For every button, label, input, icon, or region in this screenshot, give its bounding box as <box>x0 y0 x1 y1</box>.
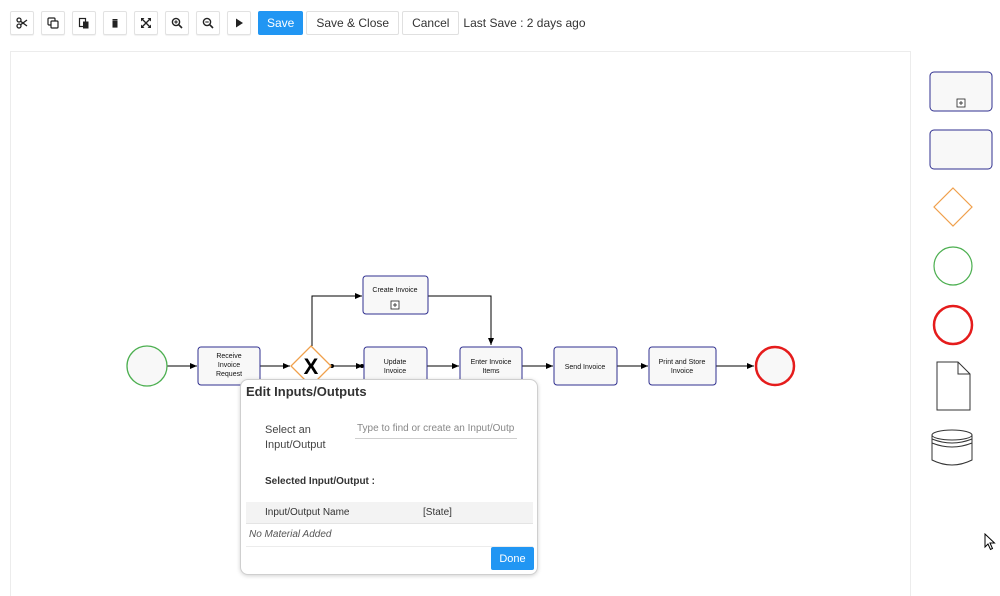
task-label-line: Items <box>482 368 500 375</box>
task-print-store-invoice[interactable]: Print and Store Invoice <box>648 346 717 386</box>
column-header-state: [State] <box>423 507 452 518</box>
task-send-invoice[interactable]: Send Invoice <box>553 346 618 386</box>
task-label-line: Update <box>384 359 407 366</box>
flow-gateway-create[interactable] <box>311 293 362 346</box>
shape-palette <box>929 71 993 466</box>
task-label-line: Invoice <box>218 362 240 369</box>
input-output-search-input[interactable] <box>355 418 517 439</box>
selected-input-output-label: Selected Input/Output : <box>265 476 375 487</box>
subprocess-create-invoice[interactable]: Create Invoice <box>362 275 429 315</box>
task-label-line: Receive <box>216 353 241 360</box>
end-event[interactable] <box>754 345 796 387</box>
divider <box>246 546 533 547</box>
connector-dot <box>360 364 364 368</box>
task-label-line: Enter Invoice <box>471 359 512 366</box>
start-event[interactable] <box>126 345 168 387</box>
task-label: Create Invoice <box>372 287 417 294</box>
input-output-table-header: Input/Output Name [State] <box>246 502 533 524</box>
gateway-x-icon: X <box>304 354 319 379</box>
edit-inputs-outputs-dialog: Edit Inputs/Outputs Select an Input/Outp… <box>240 379 538 575</box>
palette-start-event[interactable] <box>933 246 973 286</box>
task-label-line: Print and Store <box>659 359 706 366</box>
task-label-line: Request <box>216 371 242 378</box>
palette-gateway[interactable] <box>933 187 973 227</box>
select-input-output-label: Select an Input/Output <box>265 424 326 451</box>
column-header-name: Input/Output Name <box>265 507 350 518</box>
flow-create-enter[interactable] <box>428 295 494 345</box>
palette-document[interactable] <box>936 361 971 411</box>
mouse-cursor-icon <box>984 533 996 551</box>
palette-subprocess[interactable] <box>929 71 993 112</box>
empty-table-message: No Material Added <box>249 529 332 540</box>
palette-datastore[interactable] <box>931 429 973 466</box>
dialog-title: Edit Inputs/Outputs <box>246 384 367 399</box>
task-label-line: Invoice <box>384 368 406 375</box>
done-button[interactable]: Done <box>491 547 534 570</box>
palette-end-event[interactable] <box>932 304 974 346</box>
palette-task[interactable] <box>929 129 993 170</box>
task-label-line: Invoice <box>671 368 693 375</box>
task-label: Send Invoice <box>565 364 606 371</box>
